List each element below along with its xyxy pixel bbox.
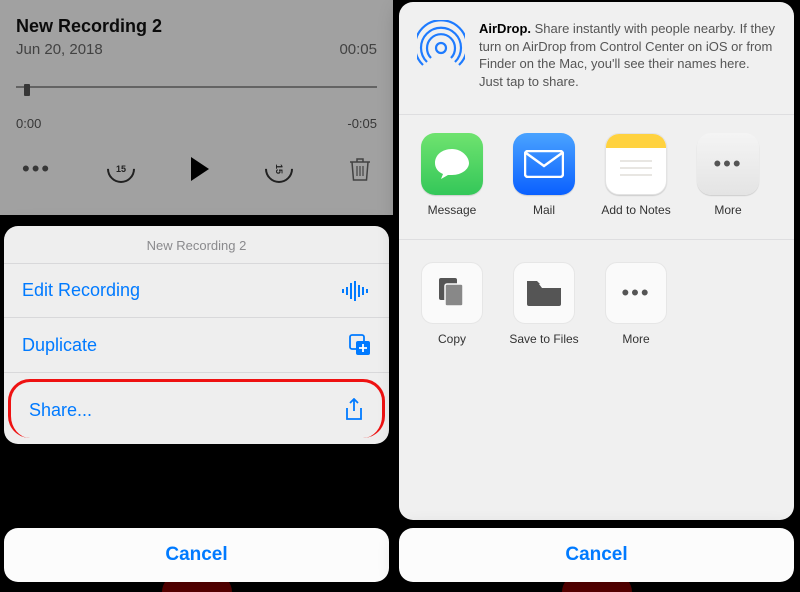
duplicate-label: Duplicate [22, 335, 97, 356]
recording-duration: 00:05 [339, 41, 377, 58]
skip-back-15-icon[interactable]: 15 [101, 149, 141, 189]
duplicate-button[interactable]: Duplicate [4, 318, 389, 373]
share-app-notes[interactable]: Add to Notes [597, 133, 675, 217]
folder-icon [513, 262, 575, 324]
more-actions-icon: ••• [605, 262, 667, 324]
playback-scrubber[interactable] [16, 86, 377, 112]
mail-icon [513, 133, 575, 195]
recording-date: Jun 20, 2018 [16, 41, 103, 58]
share-button[interactable]: Share... [8, 379, 385, 438]
recording-title: New Recording 2 [16, 16, 377, 37]
share-app-more[interactable]: ••• More [689, 133, 767, 217]
share-sheet-screen: AirDrop. Share instantly with people nea… [393, 0, 800, 592]
action-copy[interactable]: Copy [413, 262, 491, 346]
action-sheet: New Recording 2 Edit Recording Duplicate [4, 226, 389, 444]
copy-icon [421, 262, 483, 324]
more-options-icon[interactable]: ••• [22, 156, 51, 182]
skip-forward-15-icon[interactable]: 15 [259, 149, 299, 189]
airdrop-section[interactable]: AirDrop. Share instantly with people nea… [399, 2, 794, 115]
waveform-icon [341, 281, 371, 301]
edit-recording-label: Edit Recording [22, 280, 140, 301]
share-app-mail[interactable]: Mail [505, 133, 583, 217]
action-save-to-files[interactable]: Save to Files [505, 262, 583, 346]
play-icon[interactable] [191, 157, 209, 181]
share-actions-row: Copy Save to Files ••• More [399, 240, 794, 368]
action-sheet-title: New Recording 2 [4, 226, 389, 264]
share-icon [344, 398, 364, 422]
edit-recording-button[interactable]: Edit Recording [4, 264, 389, 318]
notes-icon [605, 133, 667, 195]
elapsed-time: 0:00 [16, 116, 41, 131]
share-label: Share... [29, 400, 92, 421]
cancel-button[interactable]: Cancel [399, 528, 794, 582]
airdrop-description: AirDrop. Share instantly with people nea… [479, 20, 776, 90]
airdrop-icon [417, 20, 465, 68]
recording-card: New Recording 2 Jun 20, 2018 00:05 0:00 … [0, 0, 393, 215]
duplicate-icon [349, 334, 371, 356]
action-more[interactable]: ••• More [597, 262, 675, 346]
cancel-button[interactable]: Cancel [4, 528, 389, 582]
trash-icon[interactable] [349, 156, 371, 182]
message-icon [421, 133, 483, 195]
share-app-message[interactable]: Message [413, 133, 491, 217]
voice-memos-screen: New Recording 2 Jun 20, 2018 00:05 0:00 … [0, 0, 393, 592]
share-apps-row: Message Mail Add to Notes ••• More [399, 115, 794, 240]
more-apps-icon: ••• [697, 133, 759, 195]
remaining-time: -0:05 [347, 116, 377, 131]
share-sheet: AirDrop. Share instantly with people nea… [399, 2, 794, 520]
